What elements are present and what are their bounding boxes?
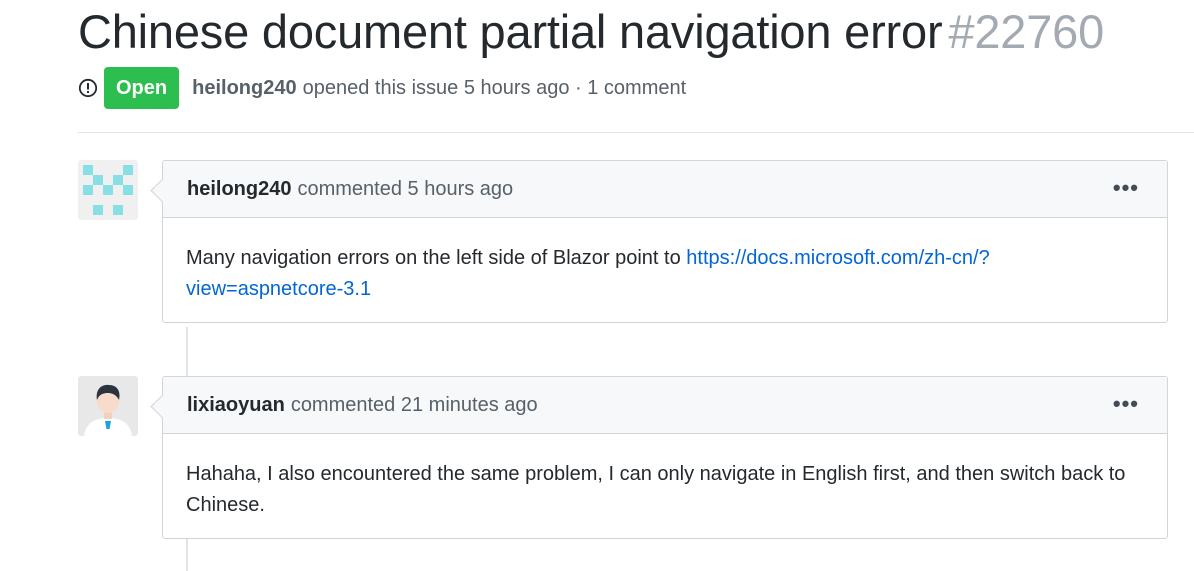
comment-body-text: Many navigation errors on the left side …: [186, 247, 687, 269]
issue-number: #22760: [948, 5, 1105, 58]
issue-meta: Open heilong240 opened this issue 5 hour…: [78, 67, 686, 109]
issue-opened-text: opened this issue 5 hours ago · 1 commen…: [302, 76, 687, 99]
comment-body: Many navigation errors on the left side …: [163, 218, 1167, 322]
issue-title: Chinese document partial navigation erro…: [78, 4, 1104, 60]
comment-author-link[interactable]: lixiaoyuan: [187, 394, 285, 417]
issue-title-text: Chinese document partial navigation erro…: [78, 5, 943, 58]
comment-card: lixiaoyuan commented 21 minutes ago ••• …: [162, 376, 1168, 539]
comment-author-link[interactable]: heilong240: [187, 178, 291, 201]
header-divider: [78, 132, 1194, 133]
status-badge: Open: [104, 67, 180, 109]
issue-opened-icon: [78, 78, 98, 98]
comment-card: heilong240 commented 5 hours ago ••• Man…: [162, 160, 1168, 323]
comment-timestamp[interactable]: commented 5 hours ago: [297, 178, 513, 201]
identicon-image: [78, 160, 138, 220]
person-avatar[interactable]: [78, 376, 138, 436]
kebab-horizontal-icon[interactable]: •••: [1113, 393, 1139, 415]
issue-author-link[interactable]: heilong240: [192, 77, 296, 100]
person-avatar-image: [78, 376, 138, 436]
comment-timestamp[interactable]: commented 21 minutes ago: [291, 394, 538, 417]
identicon-avatar[interactable]: [78, 160, 138, 220]
comment-body: Hahaha, I also encountered the same prob…: [186, 463, 1126, 516]
comment-header: heilong240 commented 5 hours ago •••: [163, 161, 1167, 218]
kebab-horizontal-icon[interactable]: •••: [1113, 177, 1139, 199]
comment-header: lixiaoyuan commented 21 minutes ago •••: [163, 377, 1167, 434]
